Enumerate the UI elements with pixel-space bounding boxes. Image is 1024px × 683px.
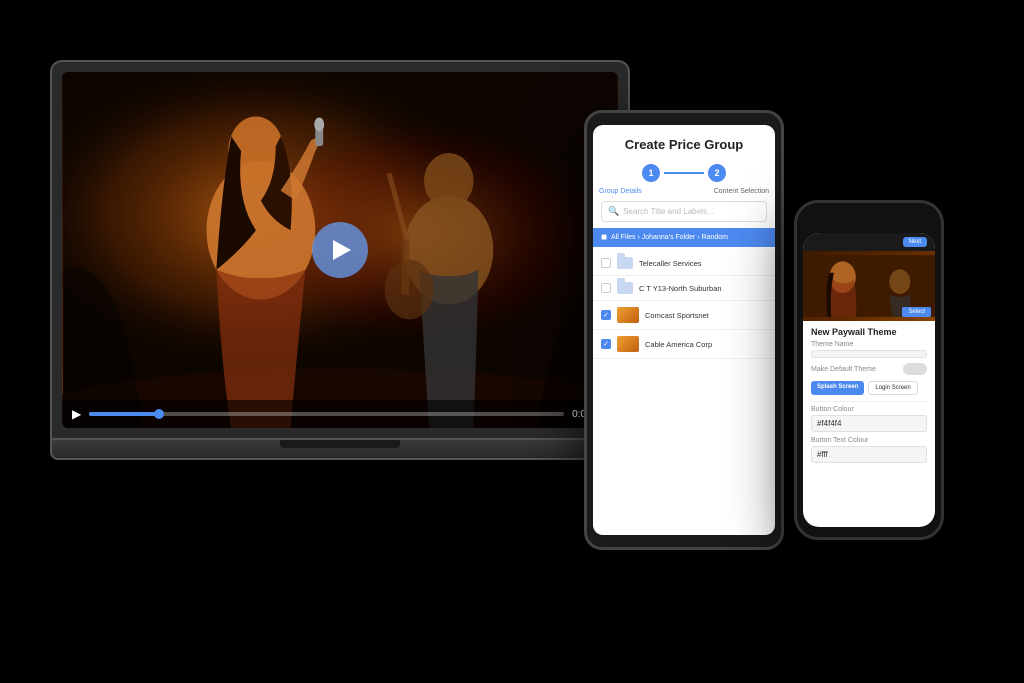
file-list: Telecaller Services C T Y13-North Suburb… [593, 251, 775, 535]
laptop-base [50, 440, 630, 460]
file-row-1[interactable]: Telecaller Services [593, 251, 775, 276]
video-player: ▶ 0:06 ⛶ [62, 72, 618, 428]
file-name-1: Telecaller Services [639, 259, 767, 268]
file-name-2: C T Y13-North Suburban [639, 284, 767, 293]
phone-content: New Paywall Theme Theme Name Make Defaul… [803, 321, 935, 527]
stepper-row: 1 2 [593, 158, 775, 188]
button-color-label: Button Colour [811, 406, 927, 413]
progress-dot [154, 409, 164, 419]
file-row-2[interactable]: C T Y13-North Suburban [593, 276, 775, 301]
file-row-3[interactable]: Comcast Sportsnet [593, 301, 775, 330]
search-placeholder: Search Title and Labels... [623, 207, 713, 216]
phone-video-overlay-btn[interactable]: Select [902, 307, 931, 317]
screen-tab-row: Splash Screen Login Screen [811, 381, 927, 395]
theme-name-value[interactable] [811, 350, 927, 358]
button-text-color-value[interactable]: #fff [811, 446, 927, 463]
tablet: Create Price Group 1 2 Group Details Con… [584, 110, 784, 550]
theme-name-label: Theme Name [811, 341, 927, 348]
file-checkbox-1[interactable] [601, 258, 611, 268]
laptop: ▶ 0:06 ⛶ [50, 60, 630, 480]
video-icon-3 [617, 307, 639, 323]
login-screen-tab[interactable]: Login Screen [868, 381, 917, 395]
step-2-label: Content Selection [714, 188, 769, 195]
step-2-circle: 2 [708, 164, 726, 182]
step-labels: Group Details Content Selection [593, 188, 775, 195]
phone-header: Next [803, 233, 935, 251]
divider-1 [811, 401, 927, 402]
tablet-header: Create Price Group [593, 125, 775, 158]
scene: ▶ 0:06 ⛶ Create Price Gr [0, 0, 1024, 683]
splash-screen-tab[interactable]: Splash Screen [811, 381, 864, 395]
laptop-screen: ▶ 0:06 ⛶ [62, 72, 618, 428]
breadcrumb-row: ■ All Files › Johanna's Folder › Random [593, 228, 775, 247]
phone-next-btn[interactable]: Next [903, 237, 927, 247]
step-line [664, 172, 704, 174]
phone-screen: Next Select New Paywall Theme [803, 233, 935, 527]
video-icon-4 [617, 336, 639, 352]
play-button[interactable] [312, 222, 368, 278]
file-checkbox-3[interactable] [601, 310, 611, 320]
progress-bar[interactable] [89, 412, 564, 416]
progress-fill [89, 412, 160, 416]
step-1-circle: 1 [642, 164, 660, 182]
make-default-toggle[interactable] [903, 363, 927, 375]
file-row-4[interactable]: Cable America Corp [593, 330, 775, 359]
laptop-body: ▶ 0:06 ⛶ [50, 60, 630, 440]
make-default-row: Make Default Theme [811, 363, 927, 375]
laptop-hinge [280, 440, 400, 448]
search-icon: 🔍 [608, 206, 619, 217]
phone-video-thumbnail: Select [803, 251, 935, 321]
step-1-label: Group Details [599, 188, 642, 195]
phone-notch [844, 211, 894, 225]
video-controls: ▶ 0:06 ⛶ [62, 400, 618, 428]
breadcrumb-icon: ■ [601, 232, 607, 243]
file-checkbox-2[interactable] [601, 283, 611, 293]
folder-icon-1 [617, 257, 633, 269]
button-text-color-label: Button Text Colour [811, 437, 927, 444]
file-name-3: Comcast Sportsnet [645, 311, 767, 320]
folder-icon-2 [617, 282, 633, 294]
breadcrumb-text: All Files › Johanna's Folder › Random [611, 234, 728, 241]
play-icon [333, 240, 351, 260]
tablet-title: Create Price Group [603, 137, 765, 152]
tablet-screen: Create Price Group 1 2 Group Details Con… [593, 125, 775, 535]
make-default-label: Make Default Theme [811, 366, 903, 373]
file-checkbox-4[interactable] [601, 339, 611, 349]
phone: Next Select New Paywall Theme [794, 200, 944, 540]
search-bar[interactable]: 🔍 Search Title and Labels... [601, 201, 767, 222]
file-name-4: Cable America Corp [645, 340, 767, 349]
button-color-value[interactable]: #f4f4f4 [811, 415, 927, 432]
phone-section-title: New Paywall Theme [811, 327, 927, 337]
volume-icon[interactable]: ▶ [72, 407, 81, 422]
